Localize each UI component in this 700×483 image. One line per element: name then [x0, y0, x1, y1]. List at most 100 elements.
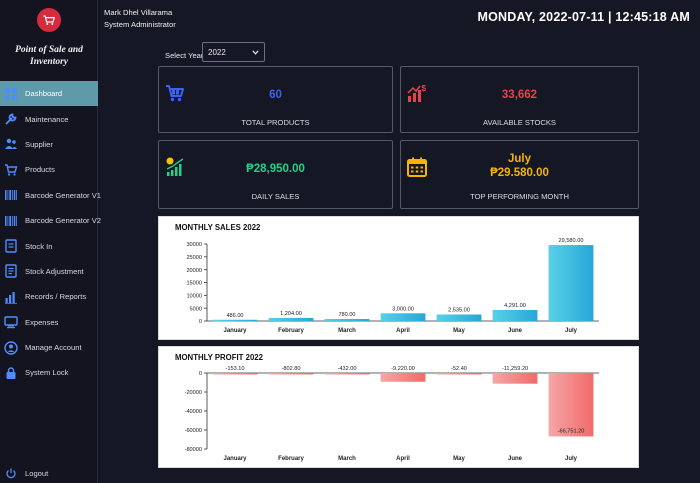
stock-in-icon [4, 239, 18, 253]
data-label: 780.00 [338, 312, 355, 318]
x-tick-label: February [278, 328, 304, 334]
sidebar-item-label: Records / Reports [25, 292, 87, 302]
data-label: -153.10 [226, 366, 245, 372]
power-icon [4, 466, 18, 480]
available-stocks-value: 33,662 [501, 89, 538, 101]
x-tick-label: May [453, 456, 465, 462]
monthly-profit-chart: 0 -20000 -40000 -60000 -80000 -153.10 January -… [185, 366, 599, 462]
sidebar-item-maintenance[interactable]: Maintenance [0, 106, 98, 131]
data-label: -11,259.20 [502, 366, 528, 372]
sidebar-item-label: Dashboard [25, 89, 63, 99]
chevron-down-icon [252, 48, 259, 57]
y-tick-label: 0 [199, 319, 202, 325]
monthly-sales-chart: 0 5000 10000 15000 20000 25000 30000 486.00 Janu… [186, 238, 599, 334]
app-name-line2: Inventory [30, 57, 68, 67]
y-tick-label: 30000 [186, 242, 202, 248]
sidebar-item-label: Manage Account [25, 343, 82, 353]
logout-button[interactable]: Logout [0, 462, 98, 483]
monthly-sales-panel: MONTHLY SALES 2022 0 5000 10000 15000 20000 2… [158, 216, 639, 340]
y-tick-label: -20000 [185, 390, 202, 396]
sidebar-item-barcode-generator-v2[interactable]: Barcode Generator V2 [0, 208, 101, 233]
daily-sales-value: ₱28,950.00 [246, 163, 305, 175]
sidebar-item-label: Supplier [25, 139, 53, 149]
daily-sales-label: DAILY SALES [251, 192, 300, 201]
bar-june[interactable] [492, 373, 538, 384]
data-label: -66,751.20 [558, 428, 585, 434]
sidebar-item-products[interactable]: Products [0, 157, 98, 182]
data-label: 3,000.00 [392, 306, 414, 312]
bar-march[interactable] [324, 373, 370, 375]
total-products-value: 60 [269, 89, 282, 101]
sidebar-item-label: Expenses [25, 317, 59, 327]
y-tick-label: 15000 [186, 281, 202, 287]
top-month-value: July ₱29.580.00 [431, 152, 608, 180]
top-month-amount: ₱29.580.00 [490, 167, 549, 179]
sales-growth-icon [164, 156, 186, 178]
sidebar-item-supplier[interactable]: Supplier [0, 132, 98, 157]
select-year-label: Select Year [165, 51, 204, 60]
calendar-icon [406, 156, 428, 178]
year-select[interactable]: 2022 [202, 42, 265, 62]
lock-icon [4, 366, 18, 380]
shopping-cart-icon [164, 82, 186, 104]
y-tick-label: 25000 [186, 255, 202, 261]
monthly-profit-panel: MONTHLY PROFIT 2022 0 -20000 -40000 -60000-… [158, 346, 639, 468]
sidebar-item-system-lock[interactable]: System Lock [0, 360, 98, 385]
top-performing-month-card: July ₱29.580.00 TOP PERFORMING MONTH [400, 140, 639, 209]
stock-adjustment-icon [4, 264, 18, 279]
sidebar-item-label: Products [25, 165, 55, 175]
y-tick-label: 20000 [186, 268, 202, 274]
sidebar-item-expenses[interactable]: Expenses [0, 310, 98, 335]
bar-july[interactable] [548, 245, 594, 321]
sidebar-item-barcode-generator-v1[interactable]: Barcode Generator V1 [0, 183, 101, 208]
data-label: 486.00 [226, 313, 243, 319]
sidebar-item-label: Barcode Generator V2 [25, 216, 101, 226]
data-label: 1,204.00 [280, 311, 302, 317]
bar-may[interactable] [436, 314, 482, 321]
sidebar-item-label: Stock Adjustment [25, 266, 84, 276]
bar-april[interactable] [380, 373, 426, 382]
sidebar-item-label: System Lock [25, 368, 69, 378]
x-tick-label: July [565, 456, 578, 462]
bar-march[interactable] [324, 318, 370, 321]
logout-label: Logout [25, 468, 49, 478]
bar-april[interactable] [380, 313, 426, 321]
wrench-icon [4, 112, 18, 126]
bar-june[interactable] [492, 309, 538, 321]
x-tick-label: July [565, 328, 578, 334]
x-tick-label: January [223, 456, 247, 462]
bar-january[interactable] [212, 319, 258, 322]
y-tick-label: -40000 [185, 409, 202, 415]
user-name: Mark Dhel Villarama [104, 8, 173, 17]
barcode-icon [4, 214, 18, 228]
bar-february[interactable] [268, 317, 314, 321]
sidebar-item-dashboard[interactable]: Dashboard [0, 81, 98, 107]
bar-may[interactable] [436, 373, 482, 375]
x-tick-label: June [508, 328, 523, 334]
sidebar-item-stock-adjustment[interactable]: Stock Adjustment [0, 259, 98, 284]
x-tick-label: June [508, 456, 523, 462]
sidebar-item-records-reports[interactable]: Records / Reports [0, 284, 98, 309]
x-tick-label: April [396, 328, 410, 334]
data-label: 29,580.00 [559, 238, 584, 244]
supplier-icon [4, 137, 18, 151]
bar-february[interactable] [268, 373, 314, 375]
expenses-icon [4, 315, 18, 329]
cart-icon [4, 163, 18, 177]
sidebar-item-stock-in[interactable]: Stock In [0, 233, 98, 258]
app-name-line1: Point of Sale and [15, 45, 83, 55]
x-tick-label: February [278, 456, 304, 462]
bar-july[interactable] [548, 373, 594, 437]
date-time-display: MONDAY, 2022-07-11 | 12:45:18 AM [477, 10, 690, 24]
x-tick-label: May [453, 328, 465, 334]
available-stocks-card: $ 33,662 AVAILABLE STOCKS [400, 66, 639, 133]
sidebar-item-label: Stock In [25, 241, 53, 251]
total-products-label: TOTAL PRODUCTS [241, 118, 310, 127]
stock-chart-icon: $ [406, 82, 428, 104]
sidebar-item-manage-account[interactable]: Manage Account [0, 335, 98, 360]
y-tick-label: 10000 [186, 294, 202, 300]
year-select-value: 2022 [208, 47, 226, 57]
reports-icon [4, 290, 18, 304]
user-role: System Administrator [104, 20, 176, 29]
bar-january[interactable] [212, 373, 258, 375]
